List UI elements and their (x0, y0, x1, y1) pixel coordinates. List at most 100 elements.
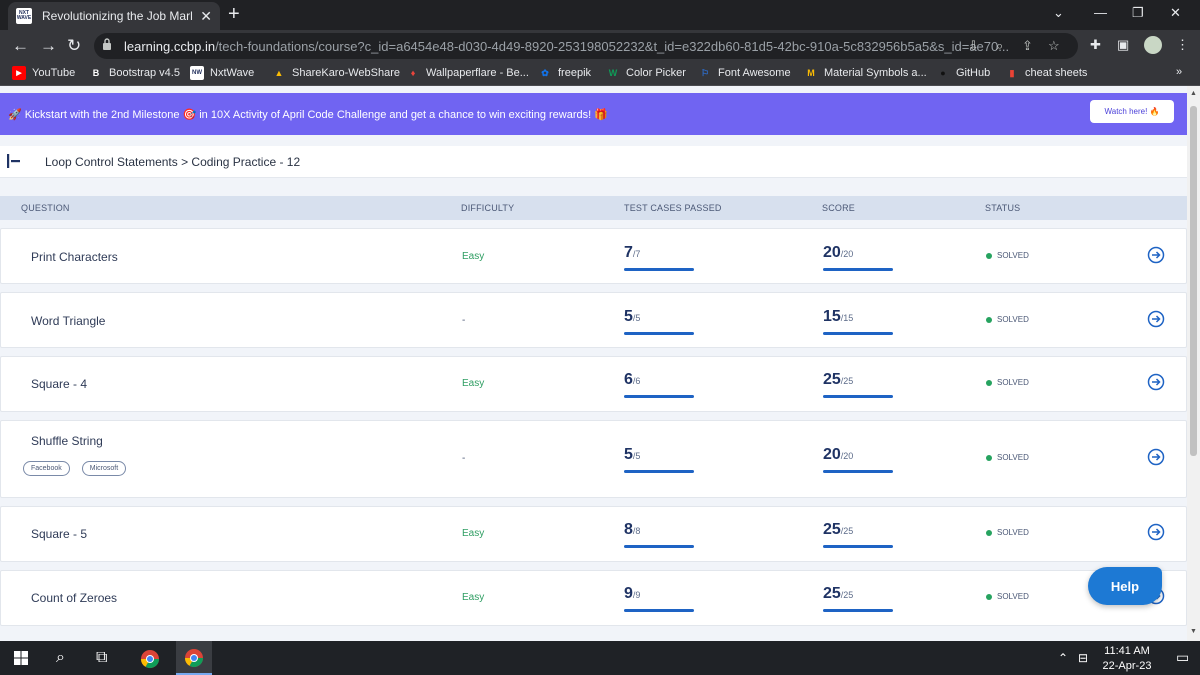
new-tab-button[interactable]: + (228, 3, 240, 26)
page-scrollbar[interactable]: ▲ ▼ (1187, 86, 1200, 641)
tests-progress-bar (624, 332, 694, 335)
scrollbar-thumb[interactable] (1190, 106, 1197, 456)
tray-chevron-up-icon[interactable]: ⌃ (1058, 651, 1068, 665)
bookmark-bootstrap[interactable]: B Bootstrap v4.5 (89, 66, 180, 80)
table-row[interactable]: Shuffle String Facebook Microsoft - 5/5 … (0, 420, 1187, 498)
tests-total-value: /9 (632, 590, 641, 600)
active-chrome-taskbar-item[interactable] (176, 641, 212, 675)
sidebar-toggle-icon[interactable] (4, 149, 24, 173)
network-icon[interactable]: ⊟ (1078, 651, 1088, 665)
menu-kebab-icon[interactable]: ⋮ (1176, 37, 1189, 53)
forward-icon[interactable]: → (40, 36, 57, 56)
table-row[interactable]: Count of Zeroes Easy 9/9 25/25 SOLVED (0, 570, 1187, 626)
company-tag[interactable]: Facebook (23, 461, 70, 476)
scroll-up-icon[interactable]: ▲ (1190, 90, 1197, 97)
table-header: QUESTION DIFFICULTY TEST CASES PASSED SC… (0, 196, 1187, 220)
tests-passed-value: 7 (624, 244, 633, 261)
header-difficulty: DIFFICULTY (461, 203, 515, 213)
table-row[interactable]: Square - 5 Easy 8/8 25/25 SOLVED (0, 506, 1187, 562)
clock-date: 22-Apr-23 (1102, 660, 1152, 672)
chrome-profile-icon (185, 649, 203, 668)
install-app-icon[interactable]: ⇩ (968, 38, 979, 54)
arrow-circle-right-icon[interactable] (1147, 373, 1165, 391)
system-clock[interactable]: 11:41 AM 22-Apr-23 (1092, 644, 1162, 674)
status-dot-icon (986, 454, 992, 461)
bookmark-github[interactable]: ● GitHub (936, 66, 990, 80)
status-badge: SOLVED (986, 315, 1029, 324)
bookmark-label: Wallpaperflare - Be... (426, 67, 529, 79)
extensions-icon[interactable]: ✚ (1090, 37, 1101, 53)
bookmark-star-icon[interactable]: ☆ (1048, 38, 1060, 54)
side-panel-icon[interactable]: ▣ (1117, 37, 1129, 53)
minimize-icon[interactable]: — (1094, 5, 1107, 20)
windows-start-icon[interactable] (14, 651, 28, 665)
bookmark-label: GitHub (956, 67, 991, 79)
share-icon[interactable]: ⇪ (1022, 38, 1033, 54)
bookmark-material-symbols[interactable]: M Material Symbols a... (804, 66, 926, 80)
github-icon: ● (940, 68, 946, 78)
score-progress-bar (823, 268, 893, 271)
bookmarks-overflow-icon[interactable]: » (1176, 66, 1182, 78)
bookmark-label: YouTube (32, 67, 76, 79)
bookmark-color-picker[interactable]: W Color Picker (606, 66, 686, 80)
status-text: SOLVED (997, 315, 1029, 324)
bookmark-cheat-sheets[interactable]: ▮ cheat sheets (1005, 66, 1088, 80)
score-progress-bar (823, 470, 893, 473)
profile-avatar[interactable] (1144, 36, 1162, 54)
status-text: SOLVED (997, 378, 1029, 387)
score-total-value: /20 (840, 249, 854, 259)
tests-passed-value: 5 (624, 446, 633, 463)
tab-close-icon[interactable]: ✕ (200, 8, 212, 25)
window-close-icon[interactable]: ✕ (1170, 5, 1181, 21)
task-view-icon[interactable]: ⧉ (96, 649, 107, 667)
arrow-circle-right-icon[interactable] (1147, 448, 1165, 466)
breadcrumb: Loop Control Statements > Coding Practic… (45, 155, 301, 169)
bookmark-sharekaro[interactable]: ▲ ShareKaro-WebShare (272, 66, 401, 80)
test-cases-metric: 7/7 (624, 244, 694, 271)
bookmark-freepik[interactable]: ✿ freepik (538, 66, 591, 80)
test-cases-metric: 5/5 (624, 308, 694, 335)
arrow-circle-right-icon[interactable] (1147, 310, 1165, 328)
company-tag[interactable]: Microsoft (81, 461, 127, 476)
difficulty-label: Easy (462, 592, 485, 603)
tests-progress-bar (624, 609, 694, 612)
status-badge: SOLVED (986, 592, 1029, 601)
zoom-icon[interactable]: ⌕ (996, 38, 1003, 54)
restore-icon[interactable]: ❐ (1132, 5, 1144, 21)
watch-here-button[interactable]: Watch here! 🔥 (1090, 100, 1174, 123)
reload-icon[interactable]: ↻ (67, 36, 81, 56)
tests-total-value: /5 (632, 313, 641, 323)
tab-title: Revolutionizing the Job Market | (42, 9, 192, 23)
announcement-banner: 🚀 Kickstart with the 2nd Milestone 🎯 in … (0, 93, 1187, 135)
bookmark-youtube[interactable]: ▶ YouTube (12, 66, 75, 80)
arrow-circle-right-icon[interactable] (1147, 523, 1165, 541)
notifications-icon[interactable]: ▭ (1176, 649, 1189, 666)
help-button[interactable]: Help (1088, 567, 1162, 605)
tab-search-icon[interactable]: ⌄ (1053, 5, 1064, 21)
bookmark-nxtwave[interactable]: NW NxtWave (190, 66, 254, 80)
nxtwave-favicon-icon: NXT WAVE (16, 8, 32, 24)
tests-total-value: /5 (632, 451, 641, 461)
score-metric: 20/20 (823, 244, 893, 271)
nxtwave-icon: NW (190, 66, 204, 80)
scroll-down-icon[interactable]: ▼ (1190, 628, 1197, 635)
bookmark-font-awesome[interactable]: ⚐ Font Awesome (698, 66, 791, 80)
score-total-value: /25 (840, 590, 854, 600)
address-bar[interactable]: learning.ccbp.in/tech-foundations/course… (94, 33, 1078, 59)
table-row[interactable]: Word Triangle - 5/5 15/15 SOLVED (0, 292, 1187, 348)
chrome-icon[interactable] (140, 649, 160, 669)
arrow-circle-right-icon[interactable] (1147, 246, 1165, 264)
difficulty-label: Easy (462, 251, 485, 262)
youtube-icon: ▶ (12, 66, 26, 80)
table-row[interactable]: Print Characters Easy 7/7 20/20 SOLVED (0, 228, 1187, 284)
back-icon[interactable]: ← (12, 36, 29, 56)
browser-tab[interactable]: NXT WAVE Revolutionizing the Job Market … (8, 2, 220, 30)
table-row[interactable]: Square - 4 Easy 6/6 25/25 SOLVED (0, 356, 1187, 412)
status-badge: SOLVED (986, 251, 1029, 260)
score-value: 20 (823, 244, 841, 261)
question-title: Print Characters (31, 250, 118, 264)
font-awesome-flag-icon: ⚐ (700, 67, 710, 78)
score-total-value: /20 (840, 451, 854, 461)
search-icon[interactable]: ⌕ (56, 649, 65, 667)
bookmark-wallpaperflare[interactable]: ♦ Wallpaperflare - Be... (406, 66, 529, 80)
